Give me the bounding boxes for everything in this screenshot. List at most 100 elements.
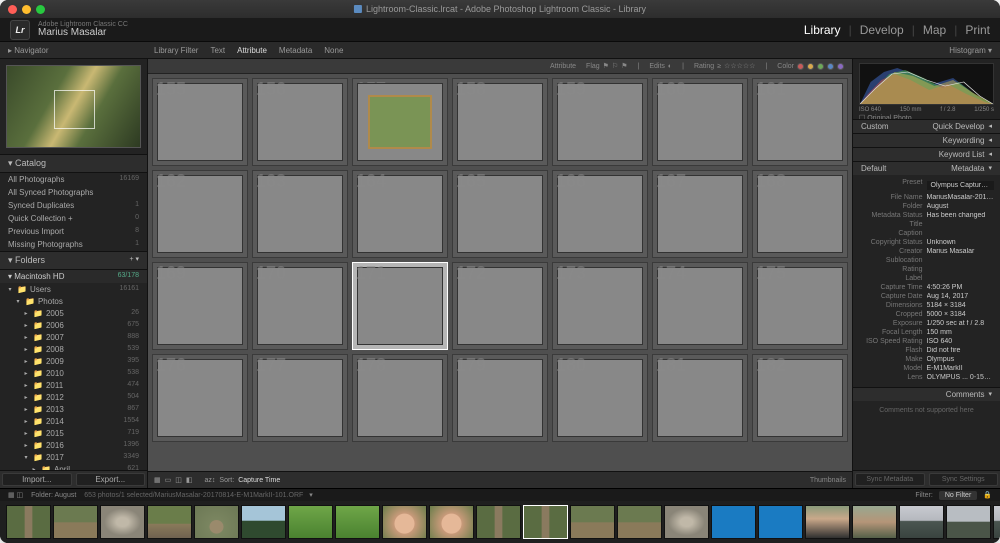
sort-dropdown[interactable]: Capture Time [238,477,280,484]
flag-pick-icon[interactable]: ⚑ [603,62,609,70]
grid-cell[interactable]: 172 [452,262,548,350]
lock-icon[interactable]: 🔒 [983,491,992,499]
folder-row[interactable]: ▸📁2011474 [0,379,147,391]
color-filter-dot[interactable] [837,63,844,70]
color-filter-dot[interactable] [807,63,814,70]
chevron-down-icon[interactable]: ▾ [309,492,313,499]
breadcrumb[interactable]: Folder: August [31,492,76,499]
grid-cell[interactable]: 175 [752,262,848,350]
rating-op-icon[interactable]: ≥ [717,63,721,70]
grid-cell[interactable]: 177 [252,354,348,442]
grid-cell[interactable]: 176 [152,354,248,442]
folder-row[interactable]: ▸📁2013867 [0,403,147,415]
folder-row[interactable]: ▾📁Users16161 [0,283,147,295]
flag-unflag-icon[interactable]: ⚐ [612,62,618,70]
comments-header[interactable]: Comments▾ [853,388,1000,401]
edits-icon[interactable]: ◐ [668,63,672,70]
color-filter-dot[interactable] [797,63,804,70]
folder-row[interactable]: ▸📁2009395 [0,355,147,367]
grid-cell[interactable]: 164 [352,170,448,258]
catalog-item[interactable]: Previous Import8 [0,225,147,238]
loupe-mode-icon[interactable]: ▭ [165,476,172,484]
grid-cell[interactable]: 180 [552,354,648,442]
module-library[interactable]: Library [804,23,841,37]
star-icon[interactable]: ☆☆☆☆☆ [724,62,755,70]
navigator-preview[interactable] [0,59,147,154]
folder-row[interactable]: ▸📁2008539 [0,343,147,355]
folder-row[interactable]: ▸📁20141554 [0,415,147,427]
filmstrip-cell[interactable] [53,505,98,539]
grid-cell[interactable]: 157 [352,78,448,166]
filmstrip-cell[interactable] [523,505,568,539]
fullscreen-icon[interactable] [36,5,45,14]
filmstrip-cell[interactable] [147,505,192,539]
compare-mode-icon[interactable]: ◫ [175,476,182,484]
filmstrip-cell[interactable] [429,505,474,539]
filmstrip-cell[interactable] [852,505,897,539]
grid-cell[interactable]: 178 [352,354,448,442]
grid-cell[interactable]: 181 [652,354,748,442]
grid-cell[interactable]: 167 [652,170,748,258]
grid-cell[interactable]: 159 [552,78,648,166]
filmstrip-cell[interactable] [993,505,1000,539]
grid-cell[interactable]: 171 [352,262,448,350]
sort-direction-icon[interactable]: az↕ [205,477,216,484]
filter-tab-text[interactable]: Text [204,46,231,55]
grid-cell[interactable]: 173 [552,262,648,350]
folder-row[interactable]: ▸📁2015719 [0,427,147,439]
folder-row[interactable]: ▸📁200526 [0,307,147,319]
filmstrip-cell[interactable] [946,505,991,539]
folder-row[interactable]: ▸📁20161396 [0,439,147,451]
navigator-header[interactable]: ▸ Navigator [0,46,148,55]
folder-row[interactable]: ▸📁2006675 [0,319,147,331]
volume-row[interactable]: ▾ Macintosh HD 63/178 [0,270,147,283]
grid-view[interactable]: 1551561571581591601611621631641651661671… [148,74,852,471]
grid-toggle-icon[interactable]: ▦ ◫ [8,492,23,499]
histogram-header[interactable]: Histogram ▾ [852,46,1000,55]
filmstrip-cell[interactable] [194,505,239,539]
filmstrip-cell[interactable] [805,505,850,539]
folder-row[interactable]: ▾📁Photos [0,295,147,307]
module-print[interactable]: Print [965,23,990,37]
grid-cell[interactable]: 163 [252,170,348,258]
filmstrip-cell[interactable] [288,505,333,539]
grid-cell[interactable]: 166 [552,170,648,258]
survey-mode-icon[interactable]: ◧ [186,476,193,484]
folder-row[interactable]: ▾📁20173349 [0,451,147,463]
module-develop[interactable]: Develop [860,23,904,37]
import-button[interactable]: Import... [2,473,72,486]
metadata-header[interactable]: DefaultMetadata▾ [853,162,1000,175]
catalog-item[interactable]: All Photographs16169 [0,173,147,186]
filmstrip-cell[interactable] [476,505,521,539]
grid-cell[interactable]: 160 [652,78,748,166]
filmstrip-cell[interactable] [100,505,145,539]
filter-tab-metadata[interactable]: Metadata [273,46,318,55]
grid-cell[interactable]: 155 [152,78,248,166]
filter-tab-attribute[interactable]: Attribute [231,46,273,55]
folder-row[interactable]: ▸📁April621 [0,463,147,470]
catalog-item[interactable]: All Synced Photographs [0,186,147,199]
catalog-item[interactable]: Quick Collection +0 [0,212,147,225]
filmstrip-cell[interactable] [570,505,615,539]
close-icon[interactable] [8,5,17,14]
filmstrip-cell[interactable] [6,505,51,539]
filmstrip-cell[interactable] [664,505,709,539]
grid-cell[interactable]: 161 [752,78,848,166]
sync-metadata-button[interactable]: Sync Metadata [855,473,925,486]
filmstrip-cell[interactable] [241,505,286,539]
grid-cell[interactable]: 165 [452,170,548,258]
filmstrip-cell[interactable] [335,505,380,539]
folder-row[interactable]: ▸📁2010538 [0,367,147,379]
histogram-display[interactable] [859,63,994,105]
filmstrip-cell[interactable] [711,505,756,539]
folders-header[interactable]: ▾ Folders+ ▾ [0,251,147,270]
grid-cell[interactable]: 168 [752,170,848,258]
module-map[interactable]: Map [923,23,946,37]
color-filter-dot[interactable] [827,63,834,70]
export-button[interactable]: Export... [76,473,146,486]
grid-cell[interactable]: 170 [252,262,348,350]
grid-cell[interactable]: 158 [452,78,548,166]
grid-mode-icon[interactable]: ▦ [154,476,161,484]
color-filter-dot[interactable] [817,63,824,70]
catalog-header[interactable]: ▾ Catalog [0,154,147,173]
